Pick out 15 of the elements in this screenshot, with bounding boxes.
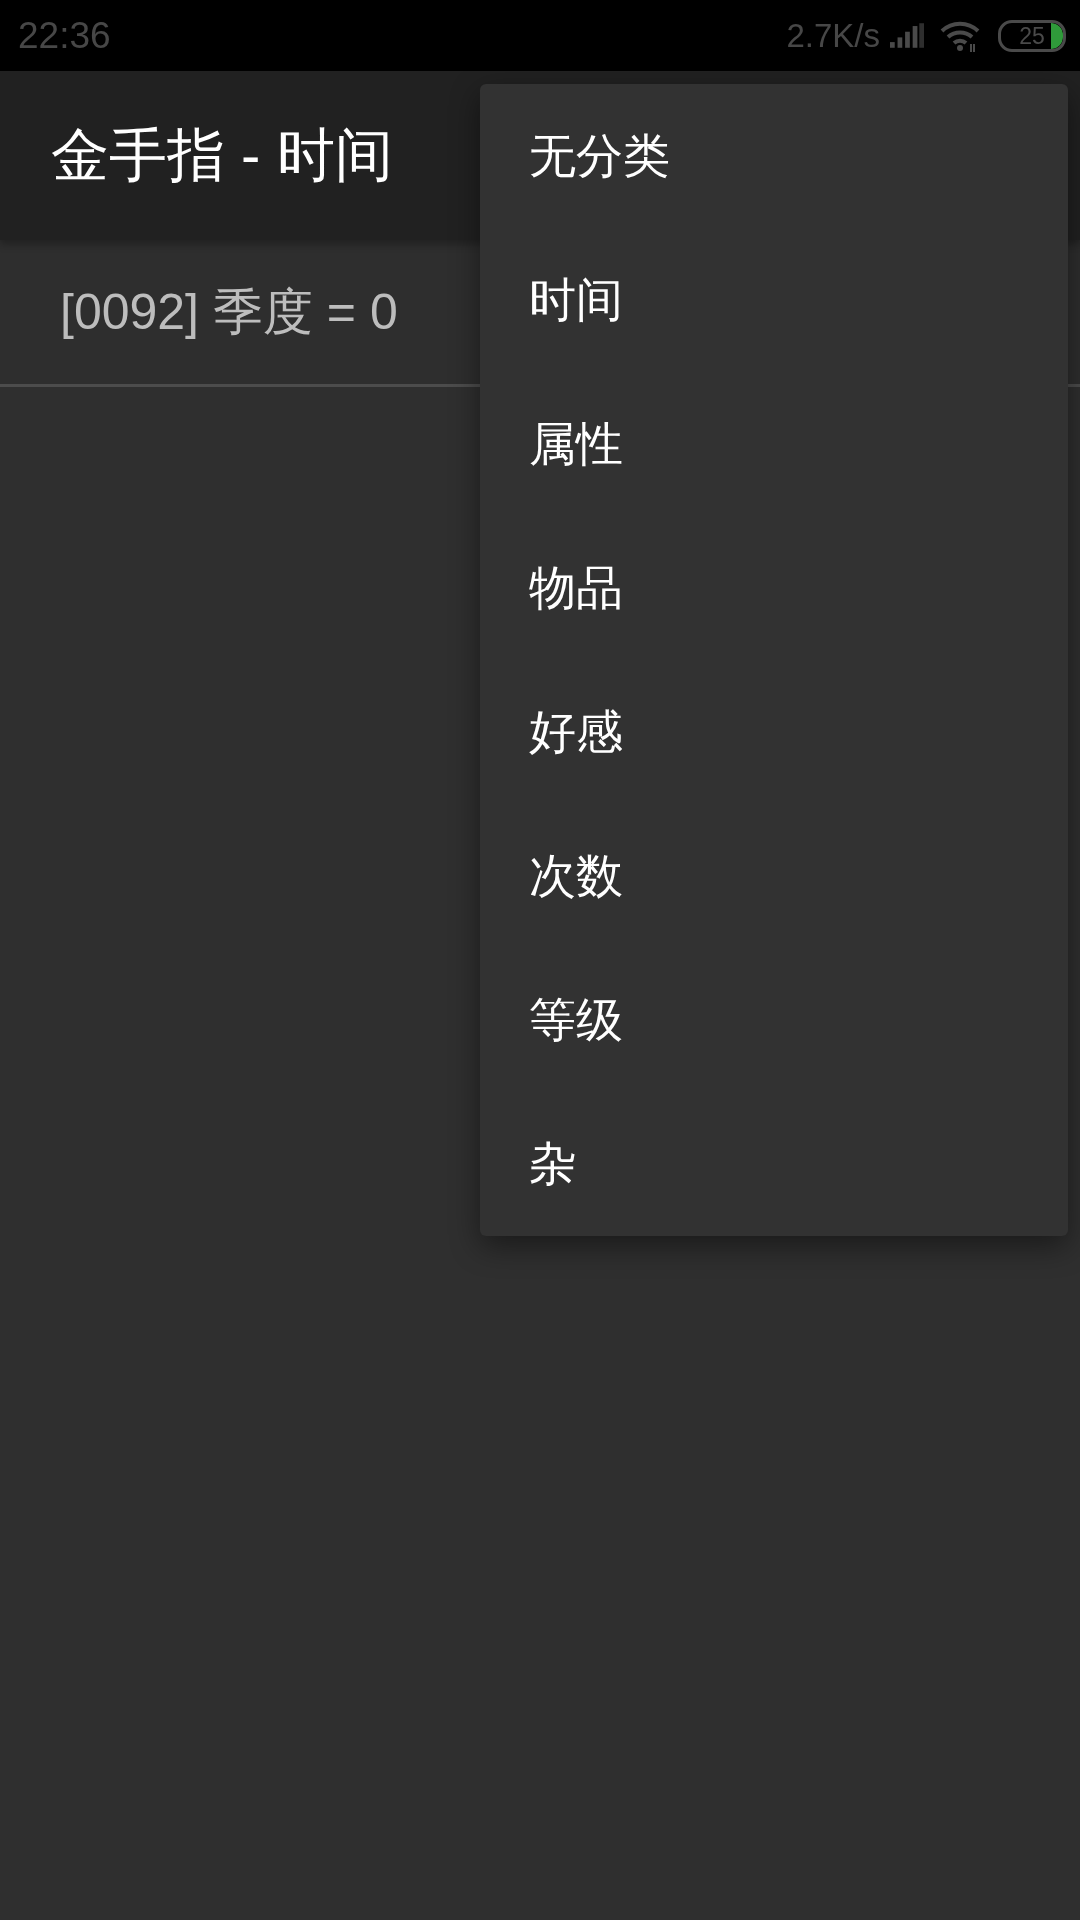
menu-item[interactable]: 物品 [480, 516, 1068, 660]
battery-indicator: 25 [998, 19, 1066, 52]
menu-item[interactable]: 等级 [480, 948, 1068, 1092]
menu-item[interactable]: 次数 [480, 804, 1068, 948]
wifi-icon [940, 19, 980, 52]
menu-item[interactable]: 时间 [480, 228, 1068, 372]
signal-icon [890, 23, 924, 48]
app-bar-title: 金手指 - 时间 [51, 120, 393, 189]
cheat-entry[interactable]: [0092] 季度 = 0 [60, 278, 398, 346]
menu-item[interactable]: 杂 [480, 1092, 1068, 1236]
status-time: 22:36 [18, 14, 111, 57]
menu-item[interactable]: 属性 [480, 372, 1068, 516]
network-speed: 2.7K/s [786, 16, 880, 55]
menu-item[interactable]: 无分类 [480, 84, 1068, 228]
menu-item[interactable]: 好感 [480, 660, 1068, 804]
